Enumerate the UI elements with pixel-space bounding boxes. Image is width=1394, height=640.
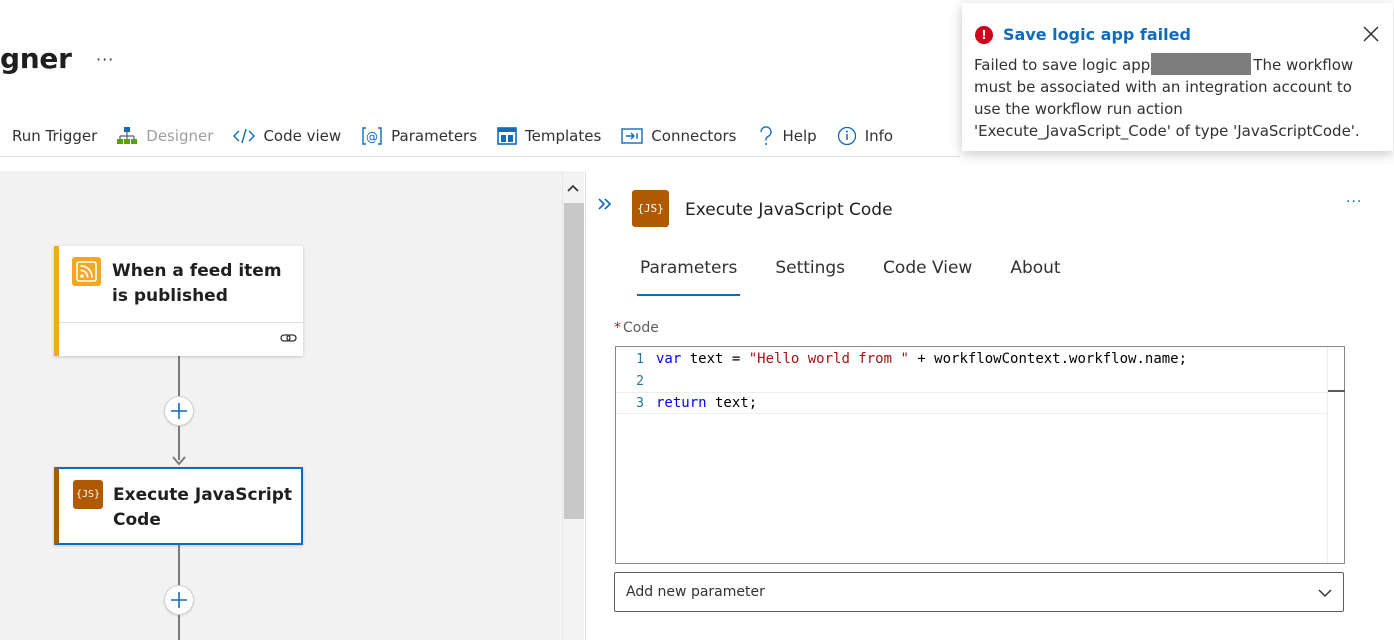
page-title: gner — [0, 42, 72, 75]
connectors-label: Connectors — [651, 127, 737, 145]
link-icon[interactable] — [280, 332, 298, 344]
info-label: Info — [864, 127, 894, 145]
error-toast: ! Save logic app failed Failed to save l… — [962, 3, 1393, 151]
designer-canvas[interactable] — [0, 171, 562, 640]
code-string: "Hello world from " — [748, 351, 909, 367]
designer-label: Designer — [146, 127, 214, 145]
code-label-text: Code — [623, 320, 659, 336]
help-label: Help — [782, 127, 817, 145]
code-editor[interactable]: 1 var text = "Hello world from " + workf… — [615, 346, 1345, 564]
line-number: 3 — [636, 395, 644, 411]
panel-tabs: Parameters Settings Code View About — [621, 258, 1080, 296]
code-icon — [233, 128, 256, 144]
tab-settings[interactable]: Settings — [756, 258, 864, 296]
toast-title: Save logic app failed — [1003, 25, 1191, 44]
action-title: Execute JavaScript Code — [113, 485, 293, 530]
plus-icon — [171, 403, 187, 419]
line-number: 2 — [636, 373, 644, 389]
chevron-down-icon — [1318, 589, 1332, 597]
connectors-icon — [621, 127, 643, 145]
card-divider — [59, 322, 303, 323]
help-icon — [758, 126, 774, 146]
tab-code-view[interactable]: Code View — [864, 258, 991, 296]
add-parameter-label: Add new parameter — [626, 584, 765, 600]
code-line: 2 — [616, 370, 1328, 392]
code-text: text = — [681, 351, 749, 367]
code-text: text; — [706, 395, 758, 411]
javascript-icon: {JS} — [632, 190, 669, 227]
toast-message: Failed to save logic app The workflow mus… — [974, 53, 1379, 142]
info-icon — [837, 126, 857, 146]
toast-message-prefix: Failed to save logic app — [974, 56, 1151, 74]
scroll-up-icon[interactable] — [566, 181, 580, 195]
add-step-button[interactable] — [164, 585, 194, 615]
designer-icon — [116, 126, 138, 146]
line-number: 1 — [636, 351, 644, 367]
code-keyword: var — [656, 351, 682, 367]
plus-icon — [171, 592, 187, 608]
code-view-button[interactable]: Code view — [233, 117, 341, 155]
connectors-button[interactable]: Connectors — [621, 117, 736, 155]
designer-toolbar: Run Trigger Designer Code view @ Paramet… — [0, 117, 893, 155]
javascript-icon: {JS} — [73, 480, 103, 509]
run-trigger-button[interactable]: Run Trigger — [12, 117, 97, 155]
trigger-title: When a feed item is published — [112, 261, 282, 306]
tab-parameters[interactable]: Parameters — [621, 258, 756, 296]
connector-line — [178, 615, 180, 640]
error-icon: ! — [975, 26, 993, 44]
connector-line — [178, 356, 180, 398]
code-line: 3 return text; — [616, 392, 1328, 414]
toolbar-divider — [0, 156, 960, 157]
add-step-button[interactable] — [164, 396, 194, 426]
panel-title: Execute JavaScript Code — [685, 200, 893, 220]
code-line: 1 var text = "Hello world from " + workf… — [616, 348, 1328, 370]
templates-icon — [497, 127, 517, 145]
run-trigger-label: Run Trigger — [12, 127, 98, 145]
required-marker: * — [614, 320, 621, 336]
help-button[interactable]: Help — [758, 117, 817, 155]
panel-more-button[interactable]: ··· — [1346, 194, 1362, 210]
editor-scrollbar[interactable] — [1327, 347, 1345, 563]
templates-label: Templates — [525, 127, 602, 145]
code-view-label: Code view — [263, 127, 342, 145]
action-card[interactable]: {JS} Execute JavaScript Code — [54, 467, 303, 545]
close-icon[interactable] — [1362, 25, 1380, 43]
parameters-button[interactable]: @ Parameters — [361, 117, 477, 155]
templates-button[interactable]: Templates — [497, 117, 601, 155]
parameters-icon: @ — [361, 126, 383, 146]
scrollbar-thumb[interactable] — [564, 203, 584, 519]
parameters-label: Parameters — [391, 127, 478, 145]
arrow-down-icon — [172, 456, 186, 466]
code-keyword: return — [656, 395, 707, 411]
svg-text:@: @ — [366, 130, 378, 144]
info-button[interactable]: Info — [837, 117, 893, 155]
code-field-label: * Code — [614, 320, 659, 336]
cursor-position-marker — [1328, 390, 1345, 392]
connector-line — [178, 545, 180, 586]
code-text: + workflowContext.workflow.name; — [908, 351, 1188, 367]
trigger-card[interactable]: When a feed item is published — [54, 246, 303, 356]
tab-about[interactable]: About — [991, 258, 1079, 296]
collapse-panel-icon[interactable] — [596, 195, 614, 213]
add-parameter-dropdown[interactable]: Add new parameter — [614, 572, 1344, 612]
designer-button[interactable]: Designer — [116, 117, 213, 155]
redacted-app-name — [1151, 53, 1252, 75]
more-options-button[interactable]: ··· — [96, 50, 114, 69]
rss-icon — [72, 257, 101, 286]
